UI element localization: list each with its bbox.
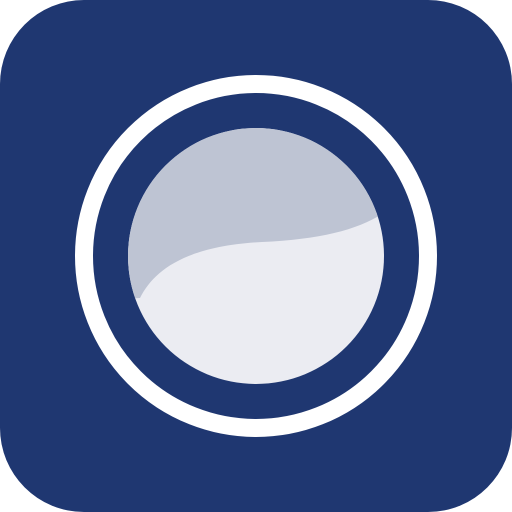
app-icon-graphic: [0, 0, 512, 512]
app-icon[interactable]: [0, 0, 512, 512]
